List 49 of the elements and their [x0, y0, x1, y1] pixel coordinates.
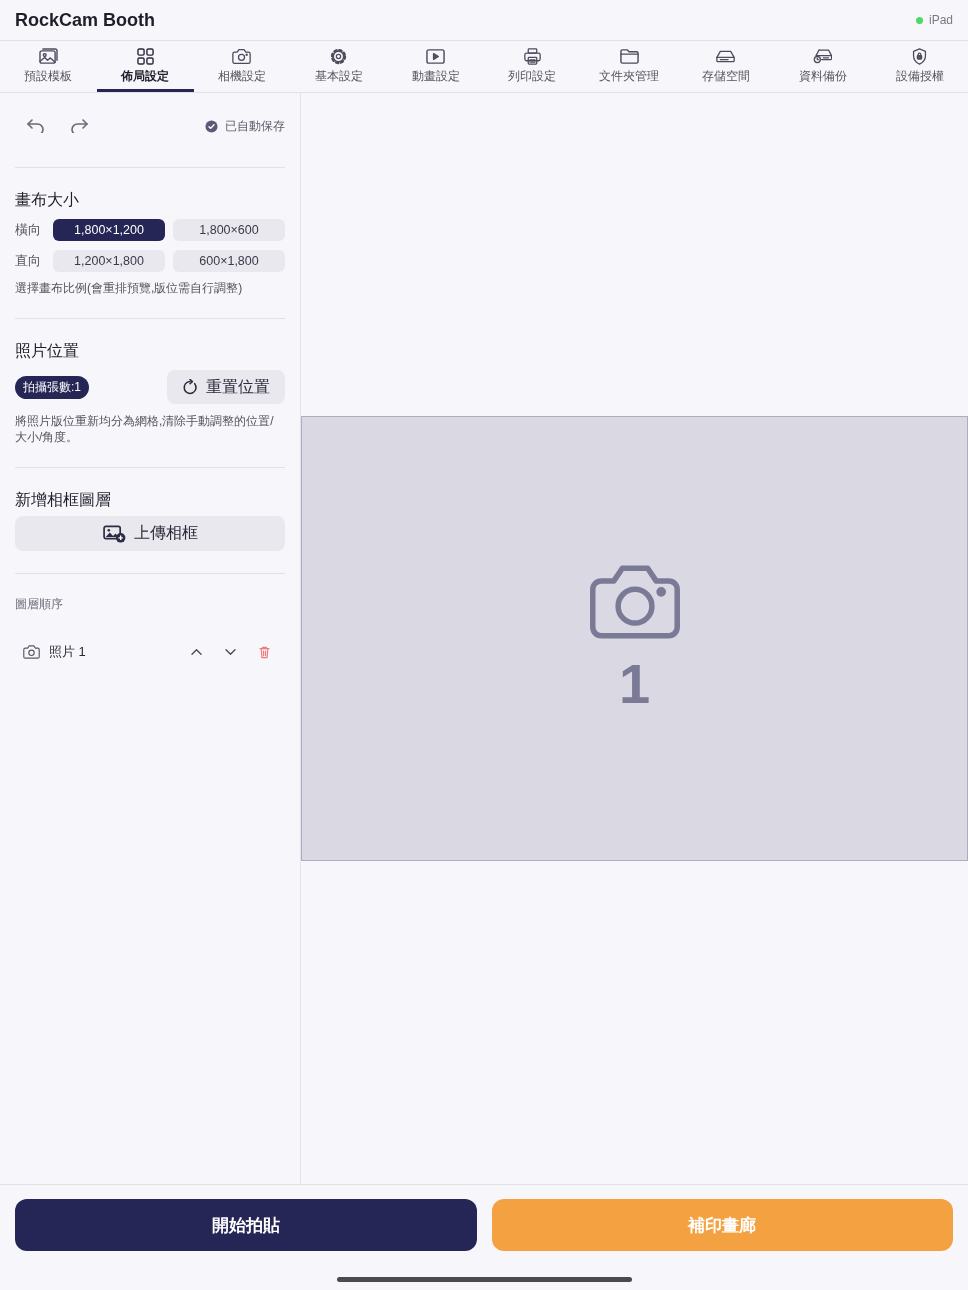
- size-option-button[interactable]: 1,800×1,200: [53, 219, 165, 241]
- tab[interactable]: 基本設定: [290, 41, 388, 92]
- play-icon: [426, 48, 446, 65]
- camera-icon: [23, 645, 40, 659]
- tab[interactable]: 相機設定: [193, 41, 291, 92]
- orientation-label: 直向: [15, 252, 42, 270]
- slot-number: 1: [618, 653, 651, 714]
- orientation-label: 橫向: [15, 221, 42, 239]
- undo-icon: [26, 119, 44, 133]
- layer-name: 照片 1: [49, 643, 87, 661]
- folder-icon: [619, 48, 639, 65]
- autosave-status: 已自動保存: [225, 117, 285, 135]
- check-circle-icon: [205, 119, 218, 133]
- layer-order-label: 圖層順序: [15, 596, 64, 612]
- app-title: RockCam Booth: [15, 9, 155, 31]
- trash-icon: [258, 645, 270, 659]
- action-button[interactable]: 開始拍貼: [15, 1199, 477, 1251]
- section-heading: 新增相框圖層: [15, 490, 112, 510]
- tab[interactable]: 資料備份: [774, 41, 872, 92]
- section-heading: 照片位置: [15, 341, 80, 361]
- chevron-down-icon: [224, 649, 236, 655]
- image-icon: [38, 48, 58, 65]
- description-text: 將照片版位重新均分為網格,清除手動調整的位置/大小/角度。: [15, 413, 275, 445]
- upload-frame-button[interactable]: 上傳相框: [15, 516, 285, 551]
- redo-icon: [70, 119, 88, 133]
- tab[interactable]: 文件夾管理: [580, 41, 678, 92]
- tab[interactable]: 動畫設定: [387, 41, 484, 92]
- printer-icon: [522, 48, 542, 65]
- tab[interactable]: 列印設定: [484, 41, 581, 92]
- size-option-button[interactable]: 1,200×1,800: [53, 250, 165, 272]
- gear-icon: [329, 48, 349, 65]
- hint-text: 選擇畫布比例(會重排預覽,版位需自行調整): [15, 280, 244, 296]
- refresh-icon: [182, 378, 198, 396]
- image-add-icon: [102, 524, 126, 543]
- drive-clock-icon: [813, 48, 833, 65]
- tab[interactable]: 設備授權: [871, 41, 968, 92]
- tab[interactable]: 預設模板: [0, 41, 97, 92]
- reset-position-button[interactable]: 重置位置: [167, 370, 285, 404]
- size-option-button[interactable]: 1,800×600: [173, 219, 285, 241]
- camera-icon: [232, 48, 252, 65]
- grid-icon: [135, 48, 155, 65]
- photo-count-badge: 拍攝張數:1: [15, 375, 89, 399]
- drive-icon: [716, 48, 736, 65]
- device-name: iPad: [928, 13, 953, 27]
- section-heading: 畫布大小: [15, 190, 80, 210]
- chevron-up-icon: [190, 649, 202, 655]
- tab[interactable]: 佈局設定: [96, 41, 194, 92]
- tab[interactable]: 存儲空間: [677, 41, 775, 92]
- size-option-button[interactable]: 600×1,800: [173, 250, 285, 272]
